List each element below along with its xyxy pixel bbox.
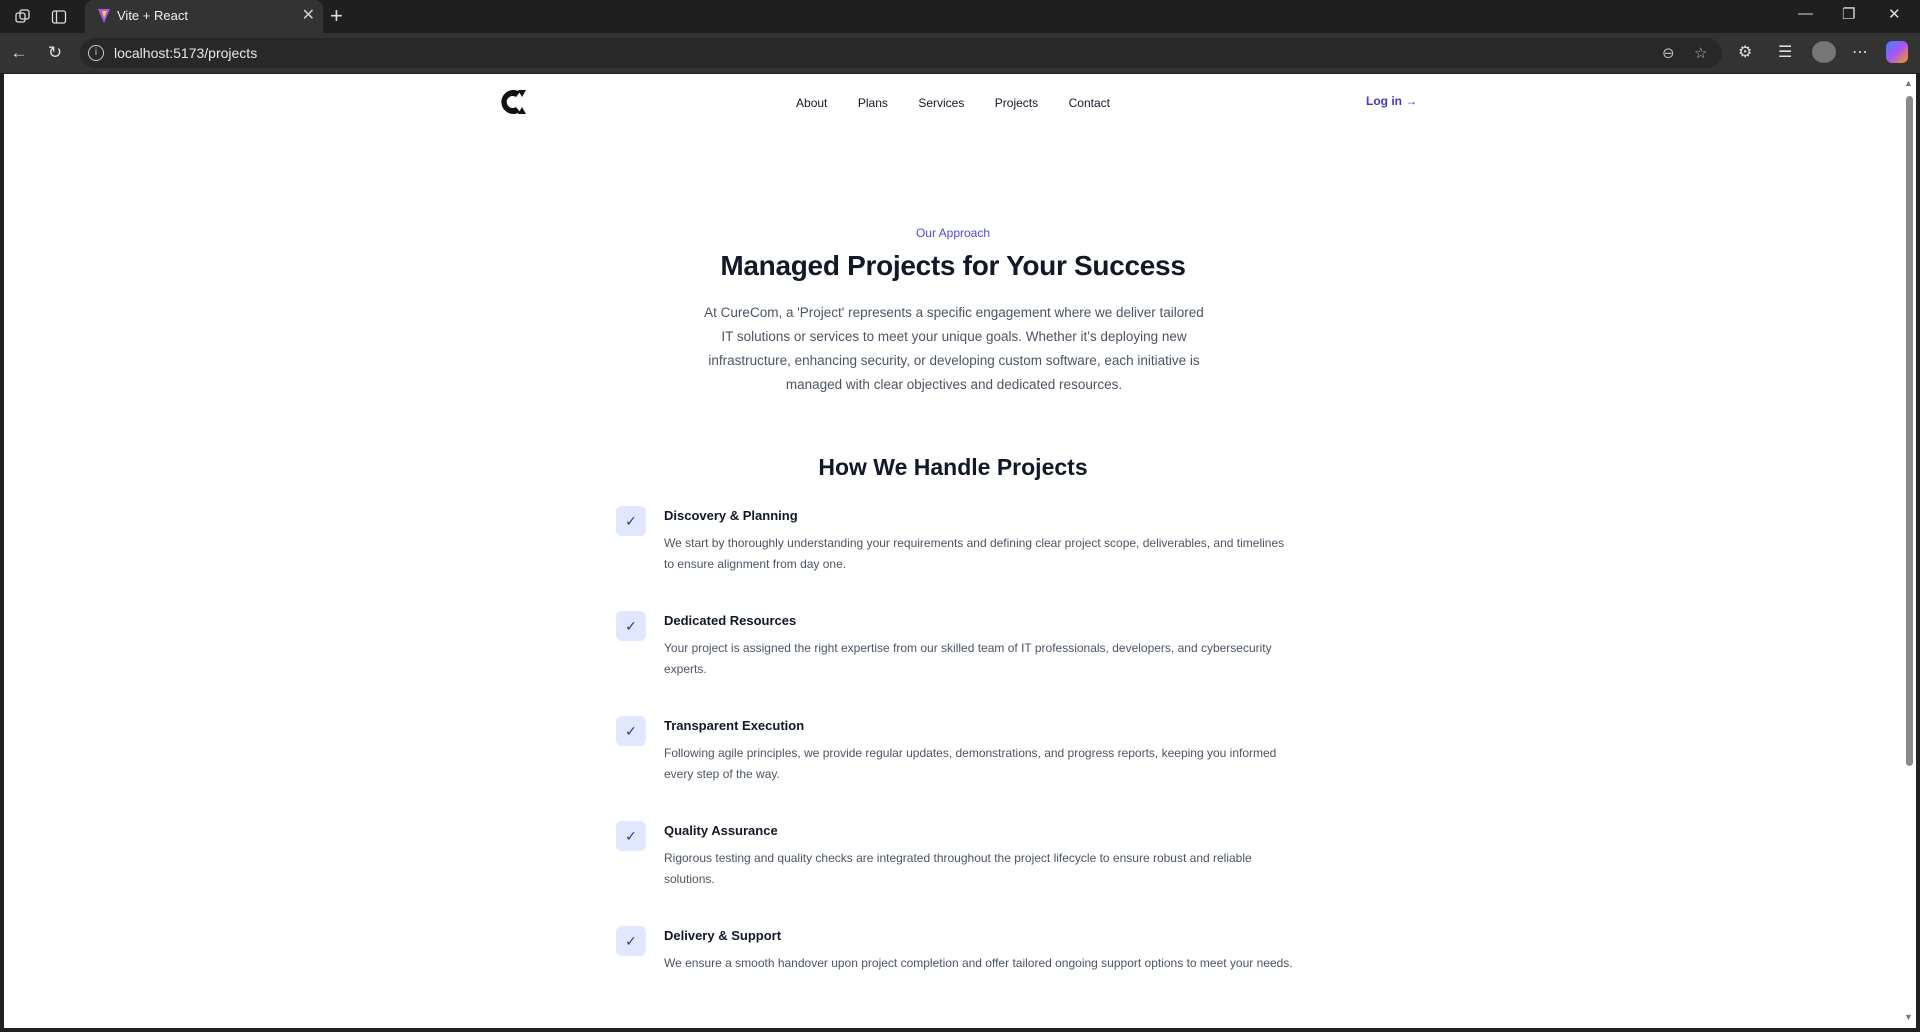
profile-avatar[interactable] [1812,41,1836,63]
intro-paragraph: At CureCom, a 'Project' represents a spe… [704,305,1204,392]
check-icon: ✓ [616,821,646,851]
eyebrow-label: Our Approach [915,226,991,240]
scroll-up-arrow-icon[interactable]: ▲ [1904,78,1913,88]
step-description: Following agile principles, we provide r… [664,746,1277,781]
favorite-star-icon[interactable]: ☆ [1694,44,1707,62]
copilot-icon[interactable] [1886,41,1908,63]
step-item: ✓ Discovery & Planning We start by thoro… [616,506,1296,611]
check-icon: ✓ [616,611,646,641]
check-icon: ✓ [616,716,646,746]
step-description: We ensure a smooth handover upon project… [664,956,1293,970]
browser-toolbar: ← ↻ i localhost:5173/projects ⊖ ☆ ⚙ ☰ ⋯ [0,33,1920,73]
window-close-icon[interactable]: ✕ [1888,5,1901,23]
back-icon[interactable]: ← [8,42,30,64]
scroll-down-arrow-icon[interactable]: ▼ [1904,1012,1913,1022]
vite-icon [97,8,111,29]
url-text[interactable]: localhost:5173/projects [114,45,257,61]
nav-projects[interactable]: Projects [995,96,1038,110]
section-title: How We Handle Projects [818,454,1088,480]
step-description: Your project is assigned the right exper… [664,641,1272,676]
tab-title: Vite + React [117,8,188,23]
address-bar[interactable]: i localhost:5173/projects ⊖ ☆ [80,38,1722,68]
step-title: Transparent Execution [664,718,805,733]
minimize-icon[interactable]: — [1798,5,1813,22]
tab-actions-icon[interactable] [48,6,70,28]
check-icon: ✓ [616,506,646,536]
step-description: Rigorous testing and quality checks are … [664,851,1252,886]
scroll-thumb[interactable] [1906,96,1913,766]
favorites-icon[interactable]: ☰ [1778,42,1792,62]
close-tab-icon[interactable]: ✕ [302,6,315,26]
more-menu-icon[interactable]: ⋯ [1852,42,1868,62]
nav-about[interactable]: About [796,96,827,110]
nav-contact[interactable]: Contact [1069,96,1110,110]
extensions-icon[interactable]: ⚙ [1738,42,1752,62]
main-nav: About Plans Services Projects Contact [4,94,1902,112]
new-tab-icon[interactable]: + [330,3,343,29]
site-info-icon[interactable]: i [88,45,104,61]
process-steps: ✓ Discovery & Planning We start by thoro… [616,506,1296,1028]
active-tab[interactable]: Vite + React ✕ [85,0,323,33]
step-title: Quality Assurance [664,823,778,838]
step-description: We start by thoroughly understanding you… [664,536,1285,571]
restore-icon[interactable]: ❐ [1842,5,1855,23]
step-item: ✓ Transparent Execution Following agile … [616,716,1296,821]
page-title: Managed Projects for Your Success [720,250,1186,281]
page-scrollbar[interactable]: ▲ ▼ [1902,74,1916,1028]
nav-plans[interactable]: Plans [858,96,888,110]
step-title: Discovery & Planning [664,508,798,523]
login-link[interactable]: Log in → [1366,94,1417,108]
step-item: ✓ Quality Assurance Rigorous testing and… [616,821,1296,926]
step-item: ✓ Dedicated Resources Your project is as… [616,611,1296,716]
nav-services[interactable]: Services [918,96,964,110]
zoom-icon[interactable]: ⊖ [1662,44,1675,62]
step-title: Dedicated Resources [664,613,797,628]
page-viewport: About Plans Services Projects Contact Lo… [4,74,1902,1028]
browser-tab-bar: Vite + React ✕ + — ❐ ✕ [0,0,1920,33]
step-title: Delivery & Support [664,928,782,943]
check-icon: ✓ [616,926,646,956]
reload-icon[interactable]: ↻ [44,42,66,64]
workspaces-icon[interactable] [12,6,34,28]
step-item: ✓ Delivery & Support We ensure a smooth … [616,926,1296,1028]
